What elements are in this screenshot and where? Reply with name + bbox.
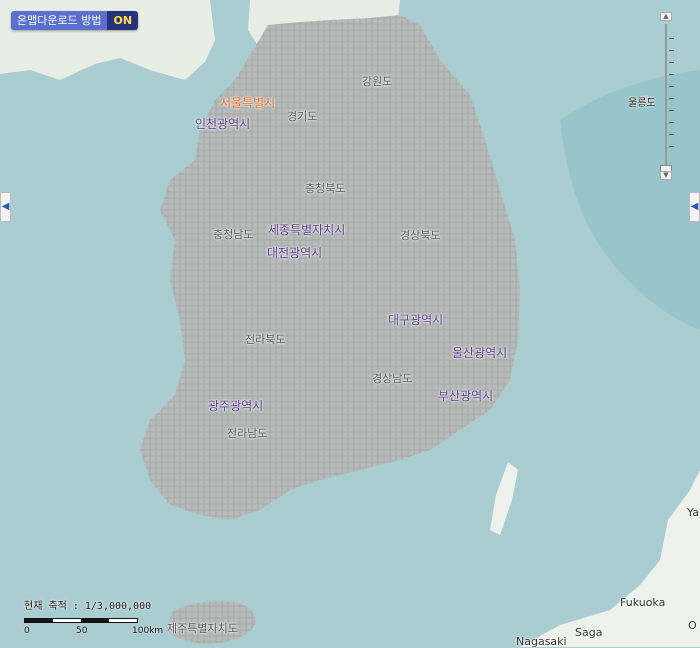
- toggle-state-badge: ON: [107, 11, 139, 30]
- scale-ratio-text: 현재 축적 : 1/3,000,000: [24, 601, 152, 612]
- zoom-tick: [669, 146, 674, 147]
- zoom-tick: [669, 86, 674, 87]
- zoom-tick: [669, 38, 674, 39]
- chevron-left-icon: ◀: [1, 201, 10, 212]
- label-ulsan: 울산광역시: [452, 346, 508, 360]
- label-ya: Ya: [687, 506, 699, 519]
- label-gyeongnam: 경상남도: [372, 372, 413, 385]
- label-chungnam: 충청남도: [213, 228, 254, 241]
- label-ulleungdo: 울릉도: [628, 98, 656, 109]
- label-o: O: [688, 619, 697, 632]
- zoom-slider[interactable]: ▲ ▼: [660, 12, 674, 180]
- label-gwangju: 광주광역시: [208, 399, 264, 413]
- label-daegu: 대구광역시: [388, 313, 444, 327]
- scale-tick-0: 0: [24, 626, 30, 636]
- label-gyeonggi: 경기도: [287, 110, 318, 123]
- map-scale: 현재 축적 : 1/3,000,000 0 50 100km: [24, 597, 163, 636]
- label-jeonnam: 전라남도: [227, 427, 268, 440]
- scale-tick-50: 50: [76, 626, 88, 636]
- label-gyeongbuk: 경상북도: [400, 229, 441, 242]
- zoom-tick: [669, 62, 674, 63]
- label-seoul: 서울특별시: [220, 96, 276, 110]
- zoom-tick: [669, 74, 674, 75]
- label-incheon: 인천광역시: [195, 117, 251, 131]
- right-panel-toggle[interactable]: ◀: [689, 192, 700, 222]
- left-panel-toggle[interactable]: ◀: [0, 192, 11, 222]
- chevron-left-icon: ◀: [690, 201, 699, 212]
- zoom-out-button[interactable]: ▼: [660, 171, 672, 180]
- label-busan: 부산광역시: [438, 389, 494, 403]
- zoom-tick: [669, 122, 674, 123]
- label-gangwon: 강원도: [362, 75, 393, 88]
- zoom-tick: [669, 98, 674, 99]
- label-fukuoka: Fukuoka: [620, 596, 666, 609]
- label-daejeon: 대전광역시: [267, 246, 323, 260]
- scale-bar: [24, 618, 138, 623]
- zoom-tick: [669, 134, 674, 135]
- label-saga: Saga: [575, 626, 603, 639]
- label-jeju: 제주특별자치도: [167, 622, 238, 635]
- label-chungbuk: 충청북도: [305, 182, 346, 195]
- label-sejong: 세종특별자치시: [268, 223, 346, 237]
- scale-tick-100: 100km: [132, 626, 164, 636]
- zoom-tick: [669, 110, 674, 111]
- map-canvas[interactable]: [0, 0, 700, 647]
- zoom-in-button[interactable]: ▲: [660, 12, 672, 21]
- label-nagasaki: Nagasaki: [516, 635, 567, 648]
- offline-map-download-toggle[interactable]: 온맵다운로드 방법 ON: [11, 11, 139, 30]
- zoom-track[interactable]: [665, 24, 667, 170]
- download-guide-label: 온맵다운로드 방법: [11, 11, 108, 30]
- zoom-tick: [669, 50, 674, 51]
- label-jeonbuk: 전라북도: [245, 333, 286, 346]
